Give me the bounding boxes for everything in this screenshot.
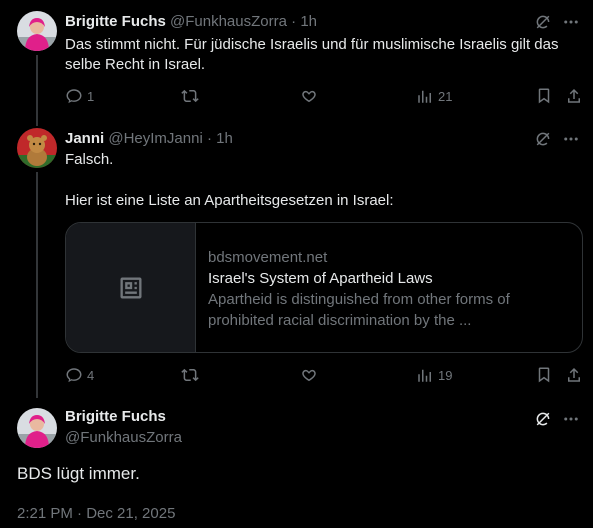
card-title: Israel's System of Apartheid Laws <box>208 270 433 287</box>
reply-count: 4 <box>87 367 95 383</box>
bookmark-icon <box>538 367 550 383</box>
author-handle[interactable]: @FunkhausZorra <box>170 13 287 30</box>
reply-icon <box>66 368 82 383</box>
thread-line <box>36 55 38 126</box>
author-name[interactable]: Brigitte Fuchs <box>65 408 166 425</box>
views-button[interactable]: 19 <box>416 366 452 384</box>
tweet-top-icons <box>533 129 581 149</box>
tweet-top-icons <box>533 12 581 32</box>
separator: · <box>286 13 301 30</box>
like-button[interactable] <box>300 366 322 384</box>
tweet-top-icons <box>533 409 581 429</box>
repost-icon <box>181 89 199 103</box>
card-description: Apartheid is distinguished from other fo… <box>208 291 510 329</box>
grok-icon[interactable] <box>533 129 553 149</box>
tweet-header: Brigitte Fuchs @FunkhausZorra · 1h <box>65 12 317 32</box>
thread-line <box>36 172 38 398</box>
grok-icon[interactable] <box>533 409 553 429</box>
like-button[interactable] <box>300 87 322 105</box>
author-handle[interactable]: @HeyImJanni <box>108 130 202 147</box>
repost-icon <box>181 368 199 382</box>
repost-button[interactable] <box>181 87 203 105</box>
views-icon <box>418 90 431 103</box>
card-body: bdsmovement.net Israel's System of Apart… <box>208 247 552 331</box>
like-icon <box>302 369 316 382</box>
tweet-text: Das stimmt nicht. Für jüdische Israelis … <box>65 36 559 73</box>
author-name[interactable]: Brigitte Fuchs <box>65 13 166 30</box>
tweet-actions: 1 21 <box>65 87 585 107</box>
author-name[interactable]: Janni <box>65 130 104 147</box>
avatar[interactable] <box>17 408 57 448</box>
card-domain: bdsmovement.net <box>208 249 328 266</box>
card-thumbnail <box>66 223 196 352</box>
avatar[interactable] <box>17 11 57 51</box>
reply-button[interactable]: 1 <box>65 87 94 105</box>
views-count: 19 <box>438 367 453 383</box>
tweet-text-line2: Hier ist eine Liste an Apartheitsgesetze… <box>65 192 394 209</box>
reply-icon <box>66 89 82 104</box>
tweet-time[interactable]: 1h <box>216 130 233 147</box>
more-icon[interactable] <box>561 12 581 32</box>
share-icon <box>568 88 580 103</box>
separator: · <box>202 130 217 147</box>
more-icon[interactable] <box>561 129 581 149</box>
repost-button[interactable] <box>181 366 203 384</box>
share-button[interactable] <box>565 87 583 105</box>
tweet-text: BDS lügt immer. <box>17 464 140 483</box>
views-icon <box>418 369 431 382</box>
like-icon <box>302 90 316 103</box>
grok-icon[interactable] <box>533 12 553 32</box>
avatar[interactable] <box>17 128 57 168</box>
share-button[interactable] <box>565 366 583 384</box>
tweet-time[interactable]: 1h <box>300 13 317 30</box>
more-icon[interactable] <box>561 409 581 429</box>
share-icon <box>568 367 580 382</box>
author-handle[interactable]: @FunkhausZorra <box>65 429 182 446</box>
views-count: 21 <box>438 88 453 104</box>
views-button[interactable]: 21 <box>416 87 452 105</box>
tweet-timestamp[interactable]: 2:21 PM · Dec 21, 2025 <box>17 505 175 522</box>
reply-count: 1 <box>87 88 95 104</box>
link-card[interactable]: bdsmovement.net Israel's System of Apart… <box>65 222 583 353</box>
tweet-header: Janni @HeyImJanni · 1h <box>65 129 233 149</box>
reply-button[interactable]: 4 <box>65 366 94 384</box>
tweet-text-line1: Falsch. <box>65 151 114 168</box>
bookmark-button[interactable] <box>535 366 553 384</box>
tweet-actions: 4 19 <box>65 366 585 386</box>
article-icon <box>120 277 141 298</box>
bookmark-button[interactable] <box>535 87 553 105</box>
bookmark-icon <box>538 88 550 104</box>
